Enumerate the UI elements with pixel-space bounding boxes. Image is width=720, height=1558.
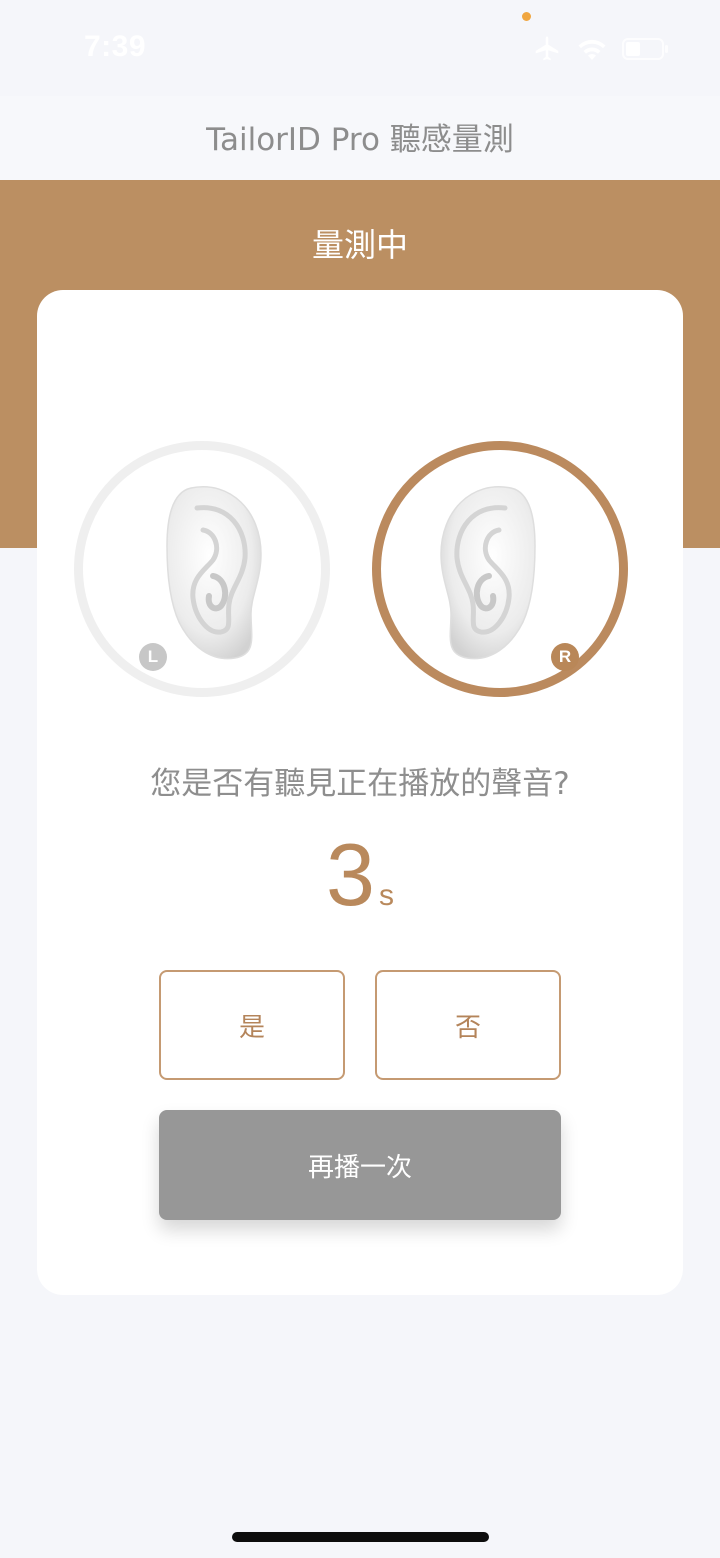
right-ear-badge: R bbox=[551, 643, 579, 671]
countdown-unit: s bbox=[378, 879, 394, 912]
countdown-timer: 3s bbox=[37, 825, 683, 925]
hearing-question: 您是否有聽見正在播放的聲音? bbox=[150, 766, 570, 802]
app-title: TailorID Pro 聽感量測 bbox=[206, 122, 514, 158]
battery-icon bbox=[622, 37, 670, 61]
measuring-status-title: 量測中 bbox=[311, 226, 408, 264]
airplane-icon bbox=[532, 34, 562, 64]
wifi-icon bbox=[576, 36, 608, 62]
countdown-value: 3 bbox=[326, 825, 375, 924]
replay-button[interactable]: 再播一次 bbox=[159, 1110, 561, 1220]
no-button[interactable]: 否 bbox=[375, 970, 561, 1080]
home-indicator[interactable] bbox=[232, 1532, 489, 1542]
left-ear-indicator: L bbox=[74, 441, 330, 697]
hearing-test-screen: 7:39 TailorID Pro 聽感量測 量測中 L R 您是否有聽見正在播… bbox=[0, 0, 720, 1558]
right-ear-indicator: R bbox=[372, 441, 628, 697]
right-ear-icon bbox=[440, 486, 536, 660]
status-icons bbox=[532, 34, 670, 64]
app-header: TailorID Pro 聽感量測 bbox=[0, 96, 720, 180]
test-card: L R 您是否有聽見正在播放的聲音? 3s 是 否 再播一次 bbox=[37, 290, 683, 1295]
yes-button[interactable]: 是 bbox=[159, 970, 345, 1080]
left-ear-badge: L bbox=[139, 643, 167, 671]
status-bar: 7:39 bbox=[0, 0, 720, 96]
status-time: 7:39 bbox=[84, 30, 147, 63]
left-ear-icon bbox=[166, 486, 262, 660]
camera-indicator-dot bbox=[522, 12, 531, 21]
